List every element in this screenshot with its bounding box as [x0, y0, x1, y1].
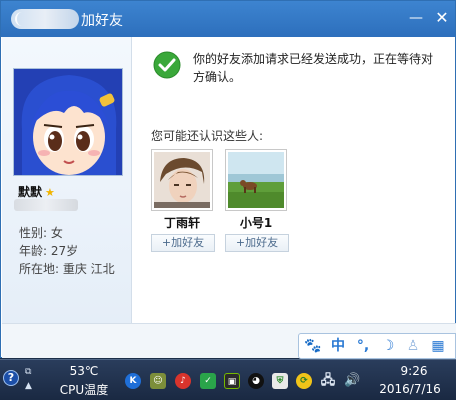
main-content: 你的好友添加请求已经发送成功，正在等待对方确认。 您可能还认识这些人: 丁雨轩 …: [133, 37, 455, 323]
star-icon: ★: [45, 186, 55, 199]
close-button[interactable]: ✕: [433, 9, 451, 27]
network-people-icon[interactable]: ☺: [150, 373, 166, 389]
qq-logo-icon: [15, 12, 25, 26]
netease-music-icon[interactable]: ♪: [175, 373, 191, 389]
window-title: 加好友: [81, 13, 123, 29]
clock-time[interactable]: 9:26: [384, 364, 444, 378]
success-message: 你的好友添加请求已经发送成功，正在等待对方确认。: [193, 52, 434, 84]
clock-date[interactable]: 2016/7/16: [376, 382, 444, 396]
nickname-row: 默默 ★: [18, 183, 55, 200]
nvidia-icon[interactable]: ▣: [224, 373, 240, 389]
avatar: [13, 68, 123, 176]
suggestion-photo[interactable]: [225, 149, 287, 211]
network-icon[interactable]: 🖧: [320, 373, 336, 389]
anime-avatar-image: [14, 69, 122, 175]
chevron-up-icon[interactable]: ▲: [25, 382, 32, 391]
paw-icon[interactable]: 🐾: [304, 337, 322, 355]
moon-icon[interactable]: ☽: [379, 337, 397, 355]
punctuation-toggle[interactable]: °,: [354, 337, 372, 355]
profile-panel: 默默 ★ 性别: 女 年龄: 27岁 所在地: 重庆 江北: [2, 37, 132, 323]
minimize-button[interactable]: —: [407, 9, 425, 27]
suggestion-name: 丁雨轩: [163, 216, 200, 230]
nickname: 默默: [18, 185, 43, 199]
qq-penguin-icon[interactable]: ◕: [248, 373, 264, 389]
chinese-mode-toggle[interactable]: 中: [329, 337, 347, 355]
title-avatar-blurred: [11, 9, 79, 29]
suggestion-card: 小号1 +加好友: [225, 149, 289, 252]
add-friend-button[interactable]: +加好友: [151, 234, 215, 252]
help-icon[interactable]: ?: [3, 370, 19, 386]
check-success-icon: [153, 51, 181, 79]
add-friend-button[interactable]: +加好友: [225, 234, 289, 252]
suggestion-card: 丁雨轩 +加好友: [151, 149, 215, 252]
person-photo-image: [154, 152, 210, 208]
suggestion-photo[interactable]: [151, 149, 213, 211]
landscape-photo-image: [228, 152, 284, 208]
kugou-icon[interactable]: K: [125, 373, 141, 389]
360-icon[interactable]: ⟳: [296, 373, 312, 389]
window-icon[interactable]: ⧉: [25, 368, 31, 377]
cpu-temperature: 53℃: [69, 364, 99, 378]
suggestion-name: 小号1: [239, 216, 273, 230]
age-text: 年龄: 27岁: [19, 244, 79, 258]
gender-text: 性别: 女: [19, 226, 63, 240]
suggestions-heading: 您可能还认识这些人:: [151, 129, 264, 143]
location-text: 所在地: 重庆 江北: [19, 262, 115, 276]
user-icon[interactable]: ♙: [404, 337, 422, 355]
ime-toolbar: 🐾 中 °, ☽ ♙ ▦: [298, 333, 456, 359]
taskbar: ? ⧉ ▲ 53℃ CPU温度 K ☺ ♪ ✓ ▣ ◕ ⛨ ⟳ 🖧 🔊 9:26…: [0, 359, 456, 400]
title-bar[interactable]: 加好友 — ✕: [1, 1, 455, 37]
security-shield-icon[interactable]: ✓: [200, 373, 216, 389]
blurred-account-id: [14, 199, 78, 211]
add-friend-window: 加好友 — ✕ 默默 ★ 性别: 女 年龄: 27岁 所在地: 重庆 江北 你的…: [0, 0, 456, 358]
cpu-label: CPU温度: [59, 383, 109, 397]
volume-icon[interactable]: 🔊: [344, 373, 360, 389]
safety-guard-icon[interactable]: ⛨: [272, 373, 288, 389]
grid-icon[interactable]: ▦: [429, 337, 447, 355]
